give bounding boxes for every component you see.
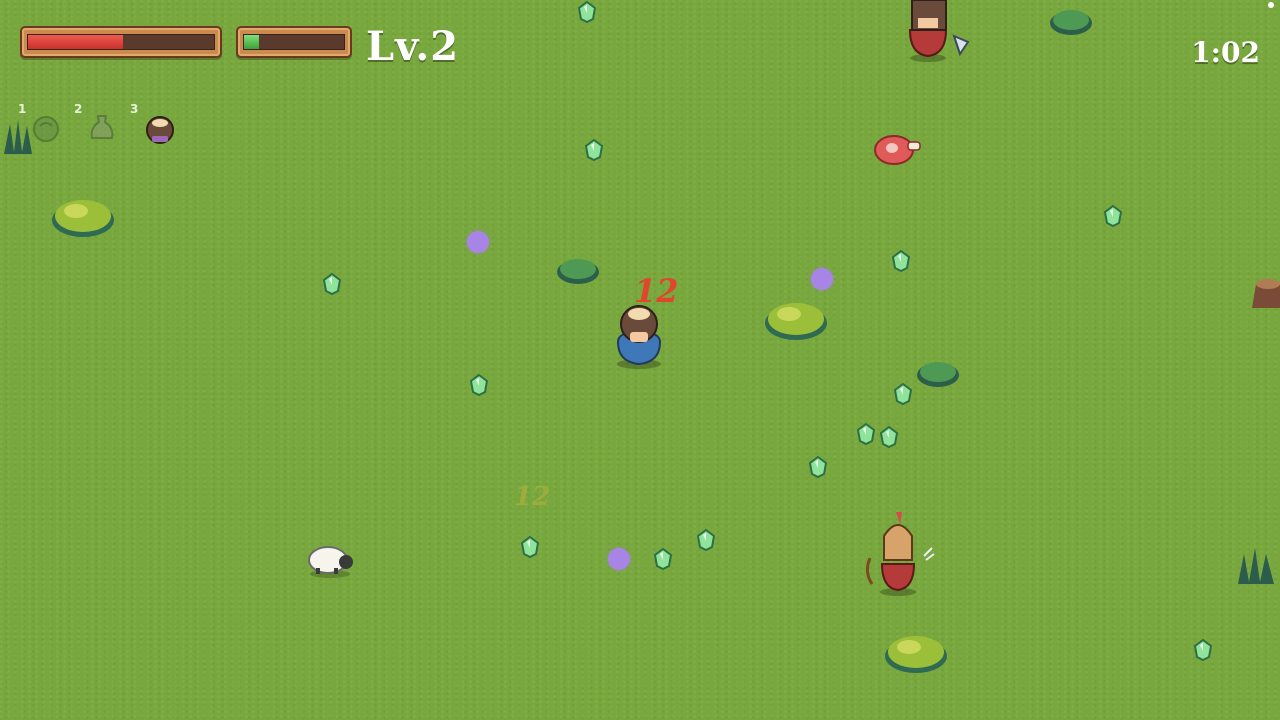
small-bush (557, 259, 599, 284)
grass-tuft (1238, 548, 1274, 584)
bush (765, 303, 827, 340)
cabbage-icon (33, 116, 59, 142)
health-bar (20, 26, 222, 58)
level-label: Lv.2 (366, 23, 460, 70)
experience-gem (520, 536, 540, 558)
weapon-slot-1[interactable]: 1 (18, 102, 68, 150)
experience-gem (891, 250, 911, 272)
experience-gem (856, 423, 876, 445)
experience-gem (577, 1, 597, 23)
tree-stump (1252, 279, 1280, 308)
enemy-axe-warrior[interactable] (890, 0, 976, 64)
slot-number: 2 (74, 102, 83, 116)
indicator-dot (1268, 2, 1274, 8)
small-bush (1050, 10, 1092, 35)
experience-gem (322, 273, 342, 295)
meat-pickup-icon[interactable] (872, 130, 922, 170)
health-bar-fill (28, 35, 123, 49)
damage-number: 12 (634, 272, 679, 310)
experience-bar-track (243, 34, 345, 50)
player-head-icon (146, 116, 174, 144)
slot-number: 1 (18, 102, 27, 116)
small-bush (917, 362, 959, 387)
experience-gem (893, 383, 913, 405)
bush (885, 636, 947, 673)
slot-number: 3 (130, 102, 139, 116)
magic-orb-projectile (811, 268, 833, 290)
experience-gem (696, 529, 716, 551)
magic-orb-projectile (608, 548, 630, 570)
magic-orb-projectile (467, 231, 489, 253)
potion-bag-icon (90, 115, 114, 139)
experience-gem (653, 548, 673, 570)
experience-bar-fill (244, 35, 259, 49)
weapon-slot-2[interactable]: 2 (74, 102, 124, 150)
weapon-slot-3[interactable]: 3 (130, 102, 180, 150)
experience-gem (1103, 205, 1123, 227)
damage-number-fading: 12 (514, 482, 551, 512)
survival-timer: 1:02 (1191, 36, 1260, 69)
experience-gem (584, 139, 604, 161)
enemy-archer[interactable] (862, 508, 936, 598)
bush (52, 200, 114, 237)
experience-gem (469, 374, 489, 396)
experience-bar (236, 26, 352, 58)
experience-gem (879, 426, 899, 448)
health-bar-track (27, 34, 215, 50)
experience-gem (808, 456, 828, 478)
game-field[interactable]: 12 12 (0, 0, 1280, 720)
experience-gem (1193, 639, 1213, 661)
sheep[interactable] (306, 538, 356, 580)
